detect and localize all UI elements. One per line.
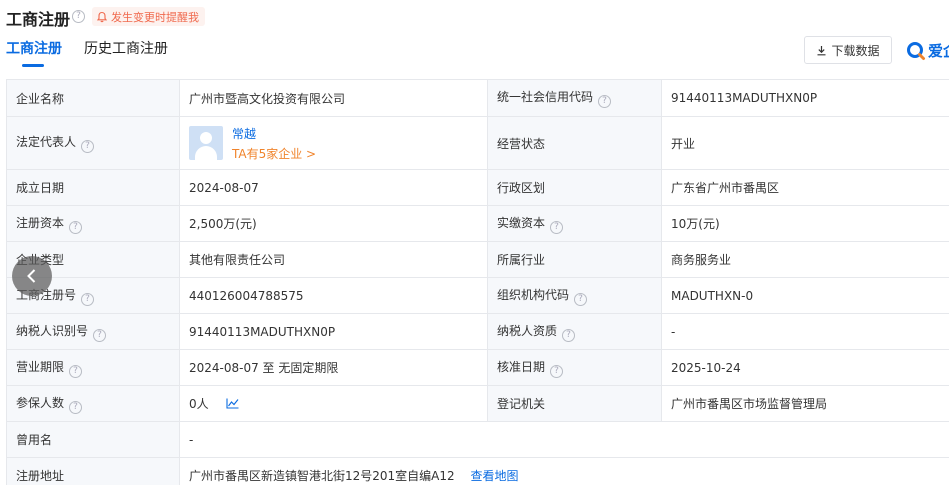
term-value: 2024-08-07 至 无固定期限 — [179, 349, 488, 386]
table-row: 曾用名 - — [6, 421, 949, 458]
insured-label: 参保人数? — [6, 385, 180, 422]
tab-history-registration[interactable]: 历史工商注册 — [84, 38, 168, 58]
company-name-value: 广州市暨高文化投资有限公司 — [179, 79, 488, 117]
paid-capital-label: 实缴资本? — [487, 205, 662, 242]
insured-value: 0人 — [179, 385, 488, 422]
active-tab-indicator — [22, 64, 44, 67]
help-icon[interactable]: ? — [81, 140, 95, 153]
help-icon[interactable]: ? — [93, 328, 107, 342]
address-text: 广州市番禺区新造镇智港北街12号201室自编A12 — [189, 469, 455, 483]
taxpayer-qual-label: 纳税人资质? — [487, 313, 662, 350]
table-row: 注册地址 广州市番禺区新造镇智港北街12号201室自编A12 查看地图 — [6, 457, 949, 485]
view-map-link[interactable]: 查看地图 — [470, 469, 518, 483]
table-row: 企业名称 广州市暨高文化投资有限公司 统一社会信用代码? 91440113MAD… — [6, 79, 949, 117]
help-icon[interactable]: ? — [598, 95, 612, 108]
insured-label-text: 参保人数 — [16, 395, 65, 410]
credit-code-value: 91440113MADUTHXN0P — [661, 79, 949, 117]
established-value: 2024-08-07 — [179, 169, 488, 206]
approval-date-label: 核准日期? — [487, 349, 662, 386]
trend-chart-icon[interactable] — [226, 398, 239, 409]
download-icon — [817, 45, 826, 55]
company-name-label: 企业名称 — [6, 79, 180, 117]
established-label: 成立日期 — [6, 169, 180, 206]
industry-value: 商务服务业 — [661, 241, 949, 278]
carousel-back-button[interactable] — [12, 256, 52, 296]
bell-icon — [96, 11, 108, 22]
paid-capital-label-text: 实缴资本 — [497, 215, 546, 230]
legal-rep-companies-link[interactable]: TA有5家企业 > — [232, 145, 316, 162]
change-reminder-button[interactable]: 发生变更时提醒我 — [92, 7, 205, 26]
table-row: 参保人数? 0人 登记机关 广州市番禺区市场监督管理局 — [6, 385, 949, 422]
region-value: 广东省广州市番禺区 — [661, 169, 949, 206]
region-label: 行政区划 — [487, 169, 662, 206]
change-reminder-label: 发生变更时提醒我 — [111, 10, 199, 24]
approval-date-label-text: 核准日期 — [497, 359, 546, 374]
chevron-left-icon — [27, 269, 36, 283]
table-row: 营业期限? 2024-08-07 至 无固定期限 核准日期? 2025-10-2… — [6, 349, 949, 386]
credit-code-label: 统一社会信用代码? — [487, 79, 662, 117]
paid-capital-value: 10万(元) — [661, 205, 949, 242]
taxpayer-qual-value: - — [661, 313, 949, 350]
status-value: 开业 — [661, 116, 949, 170]
address-label: 注册地址 — [6, 457, 180, 485]
insured-count: 0人 — [189, 397, 209, 411]
legal-rep-name-link[interactable]: 常越 — [232, 125, 316, 142]
brand-logo: 爱企 — [906, 40, 949, 61]
download-data-button[interactable]: 下载数据 — [804, 36, 892, 64]
legal-rep-label-text: 法定代表人 — [16, 135, 77, 149]
page-title: 工商注册 — [6, 10, 71, 29]
download-label: 下载数据 — [831, 43, 880, 58]
status-label: 经营状态 — [487, 116, 662, 170]
help-icon[interactable]: ? — [69, 220, 83, 234]
authority-value: 广州市番禺区市场监督管理局 — [661, 385, 949, 422]
taxpayer-id-label: 纳税人识别号? — [6, 313, 180, 350]
authority-label: 登记机关 — [487, 385, 662, 422]
help-icon[interactable]: ? — [81, 292, 95, 306]
taxpayer-qual-label-text: 纳税人资质 — [497, 323, 558, 338]
help-icon[interactable]: ? — [550, 220, 564, 234]
table-row: 成立日期 2024-08-07 行政区划 广东省广州市番禺区 — [6, 169, 949, 206]
term-label: 营业期限? — [6, 349, 180, 386]
legal-rep-value: 常越 TA有5家企业 > — [179, 116, 488, 170]
registration-info-table: 企业名称 广州市暨高文化投资有限公司 统一社会信用代码? 91440113MAD… — [6, 79, 949, 485]
table-row: 注册资本? 2,500万(元) 实缴资本? 10万(元) — [6, 205, 949, 242]
table-row: 工商注册号? 440126004788575 组织机构代码? MADUTHXN-… — [6, 277, 949, 314]
reg-capital-label-text: 注册资本 — [16, 215, 65, 230]
table-row: 纳税人识别号? 91440113MADUTHXN0P 纳税人资质? - — [6, 313, 949, 350]
help-icon[interactable]: ? — [562, 328, 576, 342]
former-name-value: - — [179, 421, 949, 458]
brand-logo-icon — [907, 41, 925, 60]
approval-date-value: 2025-10-24 — [661, 349, 949, 386]
taxpayer-id-value: 91440113MADUTHXN0P — [179, 313, 488, 350]
org-code-label-text: 组织机构代码 — [497, 287, 570, 302]
legal-rep-label: 法定代表人? — [6, 116, 180, 170]
reg-capital-label: 注册资本? — [6, 205, 180, 242]
table-row: 法定代表人? 常越 TA有5家企业 > 经营状态 开业 — [6, 116, 949, 170]
table-row: 企业类型 其他有限责任公司 所属行业 商务服务业 — [6, 241, 949, 278]
company-type-value: 其他有限责任公司 — [179, 241, 488, 278]
reg-capital-value: 2,500万(元) — [179, 205, 488, 242]
industry-label: 所属行业 — [487, 241, 662, 278]
section-header: 工商注册 ? 发生变更时提醒我 — [0, 0, 949, 34]
address-value: 广州市番禺区新造镇智港北街12号201室自编A12 查看地图 — [179, 457, 949, 485]
help-icon[interactable]: ? — [69, 364, 83, 378]
help-icon[interactable]: ? — [550, 364, 564, 378]
taxpayer-id-label-text: 纳税人识别号 — [16, 323, 89, 338]
reg-number-value: 440126004788575 — [179, 277, 488, 314]
org-code-label: 组织机构代码? — [487, 277, 662, 314]
term-label-text: 营业期限 — [16, 359, 65, 374]
help-icon[interactable]: ? — [69, 400, 83, 414]
avatar[interactable] — [189, 126, 223, 160]
former-name-label: 曾用名 — [6, 421, 180, 458]
tab-business-registration[interactable]: 工商注册 — [6, 38, 62, 58]
credit-code-label-text: 统一社会信用代码 — [497, 90, 594, 104]
org-code-value: MADUTHXN-0 — [661, 277, 949, 314]
help-icon[interactable]: ? — [574, 292, 588, 306]
help-icon[interactable]: ? — [72, 10, 85, 23]
brand-name: 爱企 — [928, 42, 949, 60]
